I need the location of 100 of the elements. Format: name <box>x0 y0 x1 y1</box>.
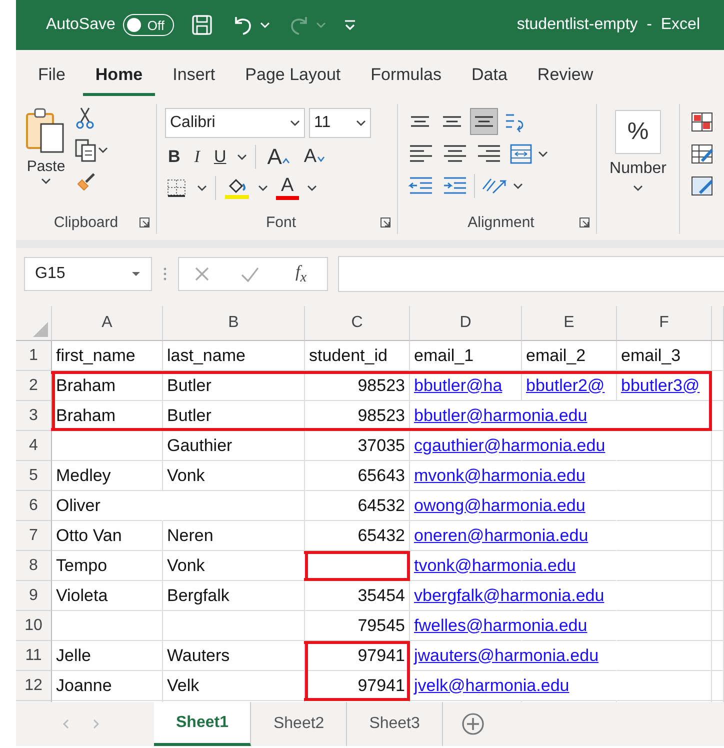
sheet-tab[interactable]: Sheet3 <box>347 702 443 746</box>
table-cell: Medley <box>52 461 163 491</box>
font-name-field[interactable]: Calibri <box>165 108 305 138</box>
italic-button[interactable]: I <box>191 147 203 167</box>
table-cell: 97941 <box>305 641 410 671</box>
caret-icon[interactable] <box>258 184 268 192</box>
ribbon-tab[interactable]: Review <box>525 54 606 96</box>
increase-font-button[interactable]: A <box>264 144 293 170</box>
copy-icon[interactable] <box>74 138 98 162</box>
dialog-launcher-icon[interactable] <box>139 217 150 228</box>
paste-button[interactable]: Paste <box>22 104 70 210</box>
caret-icon[interactable] <box>237 153 248 161</box>
column-header[interactable]: B <box>163 306 305 341</box>
column-header[interactable]: C <box>305 306 410 341</box>
email-link[interactable]: cgauthier@harmonia.edu <box>414 436 606 456</box>
email-link[interactable]: owong@harmonia.edu <box>414 496 586 516</box>
row-header[interactable]: 9 <box>16 581 52 611</box>
table-cell: Gauthier <box>163 431 305 461</box>
table-cell: 98523 <box>305 371 410 401</box>
bottom-align-icon <box>475 116 493 127</box>
bold-button[interactable]: B <box>165 147 184 167</box>
caret-icon[interactable] <box>98 146 108 154</box>
caret-icon[interactable] <box>131 270 141 278</box>
email-link[interactable]: fwelles@harmonia.edu <box>414 616 588 636</box>
table-cell <box>712 341 724 371</box>
middle-align-icon <box>443 116 461 127</box>
row-header[interactable]: 1 <box>16 341 52 371</box>
number-format-label[interactable]: Number <box>610 160 666 178</box>
table-cell: 37035 <box>305 431 410 461</box>
ribbon-tab[interactable]: Home <box>83 54 155 96</box>
row-header[interactable]: 4 <box>16 431 52 461</box>
table-cell: Oliver <box>52 491 163 521</box>
row-header[interactable]: 10 <box>16 611 52 641</box>
table-cell <box>712 431 724 461</box>
table-cell: Neren <box>163 521 305 551</box>
ribbon-tab[interactable]: Formulas <box>358 54 454 96</box>
table-cell: Bergfalk <box>163 581 305 611</box>
email-link[interactable]: bbutler3@ <box>621 376 700 396</box>
column-header[interactable]: A <box>52 306 163 341</box>
ribbon-tab[interactable]: Data <box>460 54 520 96</box>
table-cell <box>712 641 724 671</box>
row-header[interactable]: 2 <box>16 371 52 401</box>
autosave-toggle[interactable]: Off <box>123 14 174 36</box>
cell-styles-icon[interactable] <box>690 174 716 198</box>
caret-icon[interactable] <box>633 184 643 192</box>
ribbon-tab[interactable]: File <box>26 54 78 96</box>
save-icon[interactable] <box>190 13 214 37</box>
dialog-launcher-icon[interactable] <box>380 217 391 228</box>
percent-button[interactable]: % <box>615 110 661 154</box>
fill-color-icon[interactable] <box>224 176 250 200</box>
table-cell: 97941 <box>305 671 410 701</box>
ribbon-tab[interactable]: Insert <box>160 54 228 96</box>
caret-icon[interactable] <box>513 182 523 190</box>
row-header[interactable]: 6 <box>16 491 52 521</box>
email-link[interactable]: oneren@harmonia.edu <box>414 526 588 546</box>
table-cell: Jelle <box>52 641 163 671</box>
table-cell <box>712 521 724 551</box>
bottom-align-button[interactable] <box>470 108 498 135</box>
email-link[interactable]: jwauters@harmonia.edu <box>414 646 599 666</box>
row-header[interactable]: 12 <box>16 671 52 701</box>
caret-icon[interactable] <box>290 119 300 127</box>
email-link[interactable]: mvonk@harmonia.edu <box>414 466 586 486</box>
email-link[interactable]: jvelk@harmonia.edu <box>414 676 570 696</box>
row-header[interactable]: 7 <box>16 521 52 551</box>
table-cell: Braham <box>52 401 163 431</box>
formula-input[interactable] <box>338 256 724 292</box>
caret-icon <box>41 177 51 185</box>
table-cell <box>712 371 724 401</box>
caret-icon[interactable] <box>197 184 207 192</box>
email-link[interactable]: bbutler2@ <box>526 376 605 396</box>
insert-function-button[interactable]: f$_{x}$ <box>289 260 312 288</box>
scissors-icon[interactable] <box>74 106 96 130</box>
dialog-launcher-icon[interactable] <box>579 217 590 228</box>
add-sheet-icon[interactable] <box>460 712 485 736</box>
table-cell <box>712 551 724 581</box>
column-header[interactable]: D <box>410 306 522 341</box>
table-format-icon[interactable] <box>690 142 716 166</box>
column-header[interactable]: E <box>522 306 617 341</box>
font-color-button[interactable]: A <box>276 176 299 200</box>
row-header[interactable]: 8 <box>16 551 52 581</box>
sheet-tab[interactable]: Sheet1 <box>154 702 252 746</box>
email-link[interactable]: bbutler@ha <box>414 376 502 396</box>
row-header[interactable]: 5 <box>16 461 52 491</box>
caret-icon[interactable] <box>306 184 317 192</box>
table-cell <box>712 611 724 641</box>
ribbon-tab[interactable]: Page Layout <box>233 54 353 96</box>
row-header[interactable]: 3 <box>16 401 52 431</box>
row-header[interactable]: 11 <box>16 641 52 671</box>
name-box[interactable]: G15 <box>24 257 152 291</box>
caret-icon[interactable] <box>356 119 366 127</box>
group-label: Alignment <box>468 214 534 230</box>
sheet-tab[interactable]: Sheet2 <box>251 702 348 746</box>
column-header[interactable]: F <box>617 306 712 341</box>
email-link[interactable]: vbergfalk@harmonia.edu <box>414 586 604 606</box>
email-link[interactable]: bbutler@harmonia.edu <box>414 406 588 426</box>
font-size-field[interactable]: 11 <box>309 108 371 138</box>
decrease-font-button[interactable]: A <box>300 146 328 168</box>
caret-icon[interactable] <box>538 150 548 158</box>
underline-button[interactable]: U <box>210 147 230 167</box>
email-link[interactable]: tvonk@harmonia.edu <box>414 556 576 576</box>
